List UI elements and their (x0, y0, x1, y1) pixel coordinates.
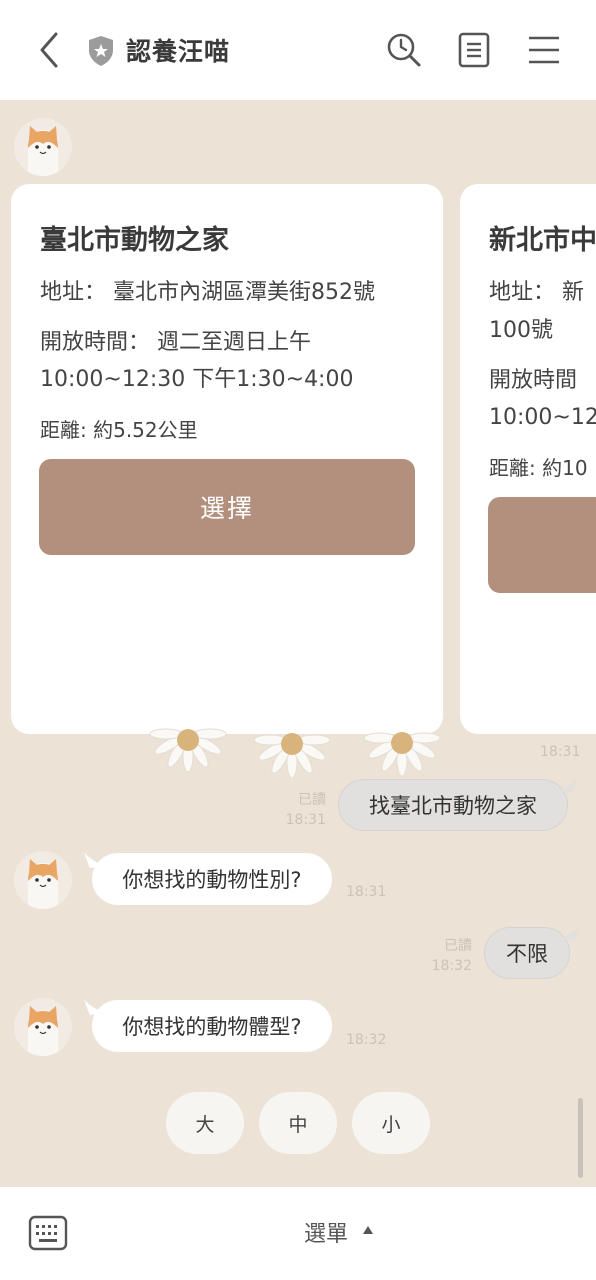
quick-reply-small[interactable]: 小 (352, 1092, 430, 1154)
read-receipt: 已讀 18:32 (431, 938, 472, 974)
chat-title: 認養汪喵 (126, 37, 231, 66)
chat-header: 認養汪喵 (0, 0, 596, 100)
bubble-tail (558, 777, 578, 793)
back-icon[interactable] (30, 28, 70, 72)
message-time: 18:31 (540, 744, 581, 760)
scrollbar[interactable] (578, 1098, 583, 1178)
quick-reply-medium[interactable]: 中 (259, 1092, 337, 1154)
caret-up-icon[interactable] (362, 1225, 374, 1235)
note-icon[interactable] (454, 30, 494, 70)
shelter-address: 地址： 新 (489, 280, 584, 305)
daisy-decoration-icon (149, 728, 441, 779)
user-message-bubble: 找臺北市動物之家 (338, 779, 568, 831)
shelter-distance: 距離: 約10 (489, 456, 588, 480)
menu-icon[interactable] (524, 30, 564, 70)
bot-message-bubble: 你想找的動物性別? (92, 853, 332, 905)
shiba-avatar-icon (28, 859, 58, 909)
shelter-address: 地址： 臺北市內湖區潭美街852號 (40, 280, 375, 305)
bot-avatar[interactable] (14, 851, 72, 909)
shield-icon (89, 36, 113, 66)
message-time: 18:32 (346, 1032, 387, 1048)
bot-message-bubble: 你想找的動物體型? (92, 1000, 332, 1052)
keyboard-icon[interactable] (28, 1215, 68, 1251)
search-clock-icon[interactable] (384, 30, 424, 70)
shelter-hours: 開放時間： 週二至週日上午 (40, 330, 311, 355)
read-receipt: 已讀 18:31 (285, 792, 326, 828)
shelter-hours: 開放時間 (489, 368, 578, 393)
shelter-hours-detail: 10:00~12 (489, 405, 596, 430)
select-button[interactable]: 選擇 (39, 459, 415, 555)
shelter-carousel[interactable]: 臺北市動物之家 地址： 臺北市內湖區潭美街852號 開放時間： 週二至週日上午 … (0, 180, 596, 740)
shelter-address-detail: 100號 (489, 318, 553, 343)
shelter-distance: 距離: 約5.52公里 (40, 418, 198, 442)
bubble-tail (560, 925, 580, 941)
shelter-name: 臺北市動物之家 (40, 225, 229, 256)
select-button[interactable]: 選擇 (488, 497, 596, 593)
shelter-card: 臺北市動物之家 地址： 臺北市內湖區潭美街852號 開放時間： 週二至週日上午 … (11, 184, 443, 734)
bot-avatar[interactable] (14, 998, 72, 1056)
bottom-bar: 選單 (0, 1186, 596, 1280)
quick-reply-large[interactable]: 大 (166, 1092, 244, 1154)
shelter-hours-detail: 10:00~12:30 下午1:30~4:00 (40, 367, 354, 392)
message-time: 18:31 (346, 884, 387, 900)
menu-toggle-label[interactable]: 選單 (304, 1216, 348, 1248)
shelter-name: 新北市中 (489, 225, 596, 256)
shiba-avatar-icon (28, 1006, 58, 1056)
bot-avatar[interactable] (14, 118, 72, 176)
shiba-avatar-icon (28, 126, 58, 176)
user-message-bubble: 不限 (484, 927, 570, 979)
shelter-card: 新北市中 地址： 新 100號 開放時間 10:00~12 距離: 約10 選擇 (460, 184, 596, 734)
